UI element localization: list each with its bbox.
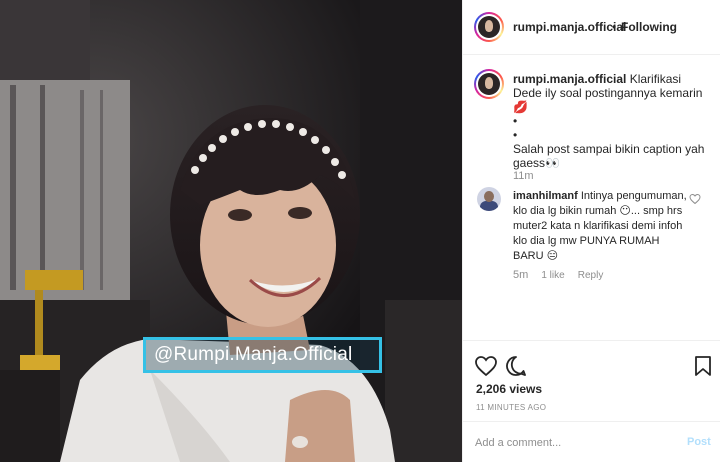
caption-line-2: • [513, 114, 518, 128]
post-comment-button[interactable]: Post [687, 436, 711, 448]
caption-avatar[interactable] [474, 69, 504, 99]
view-count[interactable]: 2,206 views [476, 382, 542, 396]
post-actions: 2,206 views 11 MINUTES AGO Post [463, 340, 720, 462]
like-heart-icon[interactable] [474, 354, 498, 378]
comment-time[interactable]: 5m [513, 269, 528, 281]
comment-composer: Post [463, 421, 720, 462]
add-comment-input[interactable] [475, 433, 665, 453]
post-timestamp[interactable]: 11 MINUTES AGO [476, 403, 546, 412]
post-header: rumpi.manja.official • Following [463, 0, 720, 55]
save-bookmark-icon[interactable] [691, 354, 715, 378]
comment-item: imanhilmanf Intinya pengumuman, klo dia … [513, 189, 693, 264]
caption-line-3: • [513, 128, 518, 142]
header-avatar[interactable] [474, 12, 504, 42]
comment-meta-row: 5m 1 like Reply [513, 269, 613, 281]
watermark-text: @Rumpi.Manja.Official [154, 344, 353, 365]
caption-line-4: Salah post sampai bikin caption yah gaes… [513, 142, 705, 170]
watermark-banner: @Rumpi.Manja.Official [143, 337, 382, 373]
comment-like-heart-icon[interactable] [689, 193, 701, 205]
header-separator: • [612, 20, 617, 34]
caption-username[interactable]: rumpi.manja.official [513, 72, 626, 86]
caption-time[interactable]: 11m [513, 170, 534, 182]
comment-bubble-icon[interactable] [504, 354, 528, 378]
post-caption: rumpi.manja.official Klarifikasi Dede il… [513, 72, 713, 170]
post-side-panel: rumpi.manja.official • Following rumpi.m… [462, 0, 720, 462]
comment-username[interactable]: imanhilmanf [513, 190, 578, 202]
comment-likes[interactable]: 1 like [541, 270, 564, 281]
comment-reply-button[interactable]: Reply [578, 270, 604, 281]
header-username[interactable]: rumpi.manja.official [513, 20, 626, 34]
video-frame [0, 0, 462, 462]
following-button[interactable]: Following [621, 20, 677, 34]
video-player[interactable]: @Rumpi.Manja.Official [0, 0, 462, 462]
comment-avatar[interactable] [477, 187, 501, 211]
